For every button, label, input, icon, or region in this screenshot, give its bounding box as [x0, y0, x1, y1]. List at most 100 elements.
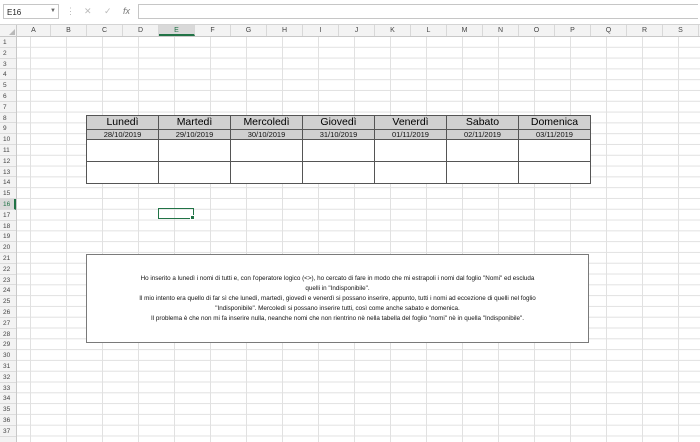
- row-header[interactable]: 10: [0, 134, 16, 145]
- row-header[interactable]: 24: [0, 285, 16, 297]
- empty-cell[interactable]: [302, 161, 375, 184]
- weekday-cell[interactable]: Sabato: [446, 115, 519, 130]
- row-header[interactable]: 21: [0, 253, 16, 264]
- cancel-icon[interactable]: ✕: [84, 4, 92, 19]
- row-header[interactable]: 4: [0, 69, 16, 81]
- row-header[interactable]: 13: [0, 167, 16, 178]
- row-header[interactable]: 28: [0, 329, 16, 340]
- weekday-header-row: Lunedì Martedì Mercoledì Giovedì Venerdì Saba…: [86, 115, 591, 130]
- column-header[interactable]: C: [87, 25, 123, 36]
- row-header[interactable]: 16: [0, 199, 16, 210]
- row-headers: 1 2 3 4 5 6 7 8 9 10 11 12 13 14 15 16 17 18 19 20 21 22 23 24 2…: [0, 37, 17, 442]
- column-header[interactable]: G: [231, 25, 267, 36]
- row-header[interactable]: 17: [0, 210, 16, 221]
- empty-cell[interactable]: [230, 139, 303, 162]
- empty-cell[interactable]: [446, 161, 519, 184]
- empty-cell[interactable]: [86, 139, 159, 162]
- note-text-box[interactable]: Ho inserito a lunedì i nomi di tutti e, …: [86, 254, 589, 343]
- column-header[interactable]: R: [627, 25, 663, 36]
- column-header[interactable]: F: [195, 25, 231, 36]
- column-header[interactable]: L: [411, 25, 447, 36]
- date-cell[interactable]: 30/10/2019: [230, 129, 303, 140]
- empty-cell[interactable]: [158, 139, 231, 162]
- row-header[interactable]: 2: [0, 48, 16, 59]
- cell-grid[interactable]: [17, 37, 700, 442]
- column-header[interactable]: I: [303, 25, 339, 36]
- empty-cell[interactable]: [518, 139, 591, 162]
- enter-icon[interactable]: ✓: [104, 4, 112, 19]
- row-header[interactable]: 14: [0, 177, 16, 189]
- column-header[interactable]: B: [51, 25, 87, 36]
- empty-cell[interactable]: [446, 139, 519, 162]
- empty-cell[interactable]: [374, 161, 447, 184]
- empty-cell[interactable]: [158, 161, 231, 184]
- column-header[interactable]: M: [447, 25, 483, 36]
- row-header[interactable]: 22: [0, 264, 16, 275]
- row-header[interactable]: 30: [0, 350, 16, 361]
- note-line: Il problema è che non mi fa inserire nul…: [151, 314, 524, 322]
- weekday-cell[interactable]: Lunedì: [86, 115, 159, 130]
- row-header[interactable]: 3: [0, 59, 16, 70]
- weekday-cell[interactable]: Martedì: [158, 115, 231, 130]
- row-header[interactable]: 7: [0, 102, 16, 113]
- row-header[interactable]: 12: [0, 156, 16, 167]
- row-header[interactable]: 29: [0, 339, 16, 351]
- date-cell[interactable]: 31/10/2019: [302, 129, 375, 140]
- row-header[interactable]: 11: [0, 145, 16, 156]
- row-header[interactable]: 6: [0, 91, 16, 102]
- formula-input[interactable]: [138, 4, 698, 19]
- row-header[interactable]: 1: [0, 37, 16, 48]
- row-header[interactable]: 18: [0, 221, 16, 232]
- fill-handle[interactable]: [190, 215, 195, 220]
- empty-cell[interactable]: [518, 161, 591, 184]
- row-header[interactable]: 37: [0, 426, 16, 437]
- column-header[interactable]: O: [519, 25, 555, 36]
- selected-cell[interactable]: [158, 208, 195, 220]
- column-header[interactable]: H: [267, 25, 303, 36]
- row-header[interactable]: 36: [0, 415, 16, 426]
- row-header[interactable]: 25: [0, 296, 16, 307]
- column-header[interactable]: Q: [591, 25, 627, 36]
- date-cell[interactable]: 03/11/2019: [518, 129, 591, 140]
- column-header[interactable]: J: [339, 25, 375, 36]
- empty-row: [86, 161, 591, 184]
- column-header[interactable]: K: [375, 25, 411, 36]
- date-cell[interactable]: 29/10/2019: [158, 129, 231, 140]
- empty-row: [86, 139, 591, 162]
- weekday-cell[interactable]: Mercoledì: [230, 115, 303, 130]
- row-header[interactable]: 26: [0, 307, 16, 318]
- row-header[interactable]: 35: [0, 404, 16, 415]
- row-header[interactable]: 8: [0, 113, 16, 124]
- select-all-corner[interactable]: [0, 25, 17, 36]
- date-row: 28/10/2019 29/10/2019 30/10/2019 31/10/2019…: [86, 129, 591, 140]
- column-header[interactable]: S: [663, 25, 699, 36]
- row-header[interactable]: 34: [0, 393, 16, 405]
- row-header[interactable]: 27: [0, 318, 16, 329]
- row-header[interactable]: 20: [0, 242, 16, 253]
- row-header[interactable]: 5: [0, 80, 16, 91]
- row-header[interactable]: 33: [0, 383, 16, 394]
- row-header[interactable]: 32: [0, 372, 16, 383]
- row-header[interactable]: 23: [0, 275, 16, 286]
- column-header[interactable]: P: [555, 25, 591, 36]
- empty-cell[interactable]: [302, 139, 375, 162]
- row-header[interactable]: 19: [0, 231, 16, 243]
- row-header[interactable]: 31: [0, 361, 16, 372]
- name-box-dropdown-icon[interactable]: ▼: [50, 4, 56, 19]
- weekday-cell[interactable]: Giovedì: [302, 115, 375, 130]
- empty-cell[interactable]: [86, 161, 159, 184]
- date-cell[interactable]: 28/10/2019: [86, 129, 159, 140]
- column-header[interactable]: E: [159, 25, 195, 36]
- column-header[interactable]: D: [123, 25, 159, 36]
- date-cell[interactable]: 02/11/2019: [446, 129, 519, 140]
- weekday-cell[interactable]: Domenica: [518, 115, 591, 130]
- row-header[interactable]: 9: [0, 123, 16, 135]
- column-header[interactable]: N: [483, 25, 519, 36]
- insert-function-icon[interactable]: fx: [123, 4, 130, 19]
- date-cell[interactable]: 01/11/2019: [374, 129, 447, 140]
- empty-cell[interactable]: [374, 139, 447, 162]
- row-header[interactable]: 15: [0, 188, 16, 199]
- weekday-cell[interactable]: Venerdì: [374, 115, 447, 130]
- empty-cell[interactable]: [230, 161, 303, 184]
- column-header[interactable]: A: [17, 25, 51, 36]
